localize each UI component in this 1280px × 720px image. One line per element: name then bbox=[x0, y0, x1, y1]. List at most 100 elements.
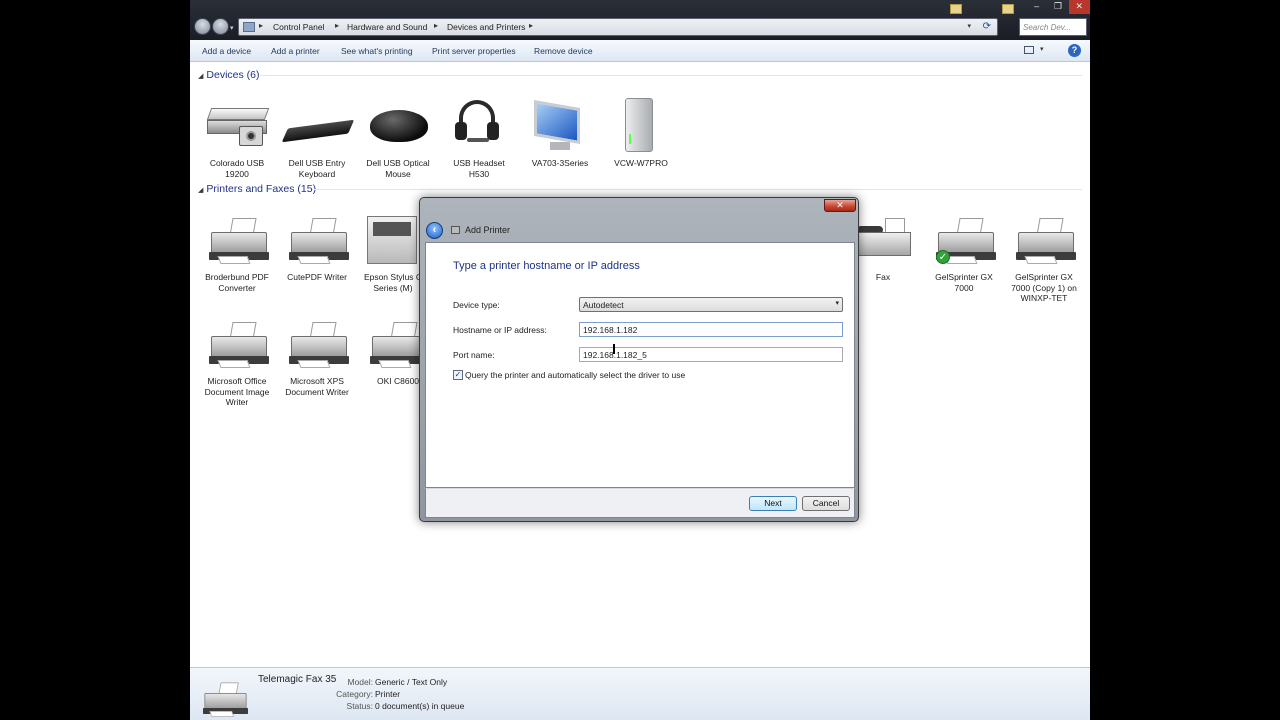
title-bar: – ❐ ✕ ▾ ▸ Control Panel ▸ Hardware and S… bbox=[190, 0, 1090, 40]
minimize-icon[interactable]: – bbox=[1026, 0, 1047, 14]
status-label: Status: bbox=[346, 701, 373, 711]
devices-group-title: Devices (6) bbox=[206, 69, 260, 81]
dialog-back-button[interactable]: ‹ bbox=[426, 222, 443, 239]
breadcrumb-hardware-and-sound[interactable]: Hardware and Sound bbox=[347, 22, 427, 32]
device-dell-keyboard[interactable]: Dell USB Entry Keyboard bbox=[280, 98, 355, 179]
address-bar[interactable]: ▸ Control Panel ▸ Hardware and Sound ▸ D… bbox=[238, 18, 998, 36]
headset-icon bbox=[447, 98, 511, 154]
device-label: Colorado USB 19200 bbox=[209, 158, 265, 179]
printer-ms-xps[interactable]: Microsoft XPS Document Writer bbox=[280, 316, 354, 397]
cancel-button[interactable]: Cancel bbox=[802, 496, 850, 511]
printer-cutepdf[interactable]: CutePDF Writer bbox=[280, 212, 354, 283]
device-type-dropdown[interactable]: Autodetect ▾ bbox=[579, 297, 843, 312]
dialog-footer: Next Cancel bbox=[425, 488, 855, 518]
printers-group-title: Printers and Faxes (15) bbox=[206, 183, 317, 195]
hostname-input[interactable]: 192.168.1.182 bbox=[579, 322, 843, 337]
printer-broderbund[interactable]: Broderbund PDF Converter bbox=[200, 212, 274, 293]
printer-label: GelSprinter GX 7000 bbox=[935, 272, 993, 293]
dialog-close-button[interactable]: ✕ bbox=[824, 199, 856, 212]
query-printer-label[interactable]: Query the printer and automatically sele… bbox=[465, 370, 685, 380]
add-printer-button[interactable]: Add a printer bbox=[271, 46, 320, 56]
device-label: Dell USB Entry Keyboard bbox=[288, 158, 346, 179]
printer-icon bbox=[451, 226, 460, 234]
device-label: USB Headset H530 bbox=[453, 158, 505, 179]
model-label: Model: bbox=[347, 677, 373, 687]
next-button[interactable]: Next bbox=[749, 496, 797, 511]
dialog-content: Type a printer hostname or IP address De… bbox=[425, 242, 855, 488]
scanner-icon bbox=[205, 98, 270, 154]
hostname-label: Hostname or IP address: bbox=[453, 325, 547, 335]
printer-icon bbox=[285, 212, 349, 268]
collapse-triangle-icon[interactable]: ◢ bbox=[198, 187, 203, 194]
printer-label: Broderbund PDF Converter bbox=[205, 272, 269, 293]
dialog-title: Add Printer bbox=[465, 225, 511, 235]
category-value: Printer bbox=[375, 689, 401, 699]
help-icon[interactable]: ? bbox=[1068, 44, 1081, 57]
status-value: 0 document(s) in queue bbox=[375, 701, 465, 711]
breadcrumb-separator-icon[interactable]: ▸ bbox=[335, 21, 339, 30]
printer-icon bbox=[1012, 212, 1076, 268]
printer-icon: ✓ bbox=[932, 212, 996, 268]
breadcrumb-separator-icon[interactable]: ▸ bbox=[259, 21, 263, 30]
dialog-heading: Type a printer hostname or IP address bbox=[453, 260, 640, 272]
add-printer-dialog: ✕ ‹ Add Printer Type a printer hostname … bbox=[419, 197, 859, 522]
device-vcw-w7pro[interactable]: VCW-W7PRO bbox=[604, 98, 678, 169]
printers-group-header[interactable]: ◢ Printers and Faxes (15) bbox=[198, 183, 316, 195]
remove-device-button[interactable]: Remove device bbox=[534, 46, 593, 56]
breadcrumb-separator-icon[interactable]: ▸ bbox=[529, 21, 533, 30]
query-printer-checkbox[interactable]: ✓ bbox=[453, 370, 463, 380]
printer-icon bbox=[285, 316, 349, 372]
collapse-triangle-icon[interactable]: ◢ bbox=[198, 73, 203, 80]
category-label: Category: bbox=[336, 689, 373, 699]
printer-label: Microsoft Office Document Image Writer bbox=[204, 376, 270, 407]
printer-label: GelSprinter GX 7000 (Copy 1) on WINXP-TE… bbox=[1011, 272, 1077, 303]
command-bar: Add a device Add a printer See what's pr… bbox=[190, 40, 1090, 62]
device-label: VA703-3Series bbox=[531, 158, 589, 168]
printer-label: Microsoft XPS Document Writer bbox=[285, 376, 349, 397]
printer-ms-office-image-writer[interactable]: Microsoft Office Document Image Writer bbox=[200, 316, 274, 408]
default-printer-check-icon: ✓ bbox=[936, 250, 950, 264]
refresh-icon[interactable]: ⟳ bbox=[983, 21, 991, 32]
change-view-icon[interactable] bbox=[1024, 46, 1034, 54]
device-label: VCW-W7PRO bbox=[614, 158, 668, 168]
forward-button[interactable] bbox=[212, 18, 229, 35]
monitor-icon bbox=[528, 98, 592, 154]
mouse-icon bbox=[366, 98, 430, 154]
breadcrumb-separator-icon[interactable]: ▸ bbox=[434, 21, 438, 30]
devices-group-header[interactable]: ◢ Devices (6) bbox=[198, 69, 260, 81]
address-dropdown-icon[interactable]: ▾ bbox=[967, 22, 971, 30]
device-colorado-usb[interactable]: Colorado USB 19200 bbox=[200, 98, 274, 179]
breadcrumb-control-panel[interactable]: Control Panel bbox=[273, 22, 325, 32]
device-va703-monitor[interactable]: VA703-3Series bbox=[523, 98, 597, 169]
folder-icon bbox=[1002, 4, 1014, 14]
device-usb-headset[interactable]: USB Headset H530 bbox=[442, 98, 516, 179]
devices-and-printers-window: – ❐ ✕ ▾ ▸ Control Panel ▸ Hardware and S… bbox=[190, 0, 1090, 720]
restore-icon[interactable]: ❐ bbox=[1047, 0, 1068, 14]
view-options-dropdown-icon[interactable]: ▾ bbox=[1040, 45, 1044, 53]
details-pane: Telemagic Fax 35 Model: Generic / Text O… bbox=[190, 667, 1090, 720]
printer-icon bbox=[205, 316, 269, 372]
add-device-button[interactable]: Add a device bbox=[202, 46, 251, 56]
device-dell-mouse[interactable]: Dell USB Optical Mouse bbox=[361, 98, 435, 179]
fax-icon bbox=[851, 212, 915, 268]
device-label: Dell USB Optical Mouse bbox=[366, 158, 430, 179]
keyboard-icon bbox=[281, 98, 355, 154]
device-type-label: Device type: bbox=[453, 300, 500, 310]
printer-icon bbox=[205, 212, 269, 268]
recent-pages-dropdown-icon[interactable]: ▾ bbox=[230, 24, 234, 32]
printer-gelsprinter[interactable]: ✓ GelSprinter GX 7000 bbox=[927, 212, 1001, 293]
print-server-properties-button[interactable]: Print server properties bbox=[432, 46, 516, 56]
back-button[interactable] bbox=[194, 18, 211, 35]
printer-gelsprinter-copy[interactable]: GelSprinter GX 7000 (Copy 1) on WINXP-TE… bbox=[1007, 212, 1081, 304]
port-name-input[interactable]: 192.168.1.182_5 bbox=[579, 347, 843, 362]
printer-label: CutePDF Writer bbox=[287, 272, 347, 282]
close-icon[interactable]: ✕ bbox=[1068, 0, 1090, 14]
printer-icon bbox=[200, 678, 248, 717]
dropdown-arrow-icon[interactable]: ▾ bbox=[835, 299, 839, 307]
inkjet-printer-icon bbox=[361, 212, 425, 268]
group-divider bbox=[314, 189, 1082, 190]
see-whats-printing-button[interactable]: See what's printing bbox=[341, 46, 413, 56]
model-value: Generic / Text Only bbox=[375, 677, 448, 687]
breadcrumb-devices-and-printers[interactable]: Devices and Printers bbox=[447, 22, 525, 32]
search-input[interactable]: Search Dev... bbox=[1019, 18, 1087, 36]
